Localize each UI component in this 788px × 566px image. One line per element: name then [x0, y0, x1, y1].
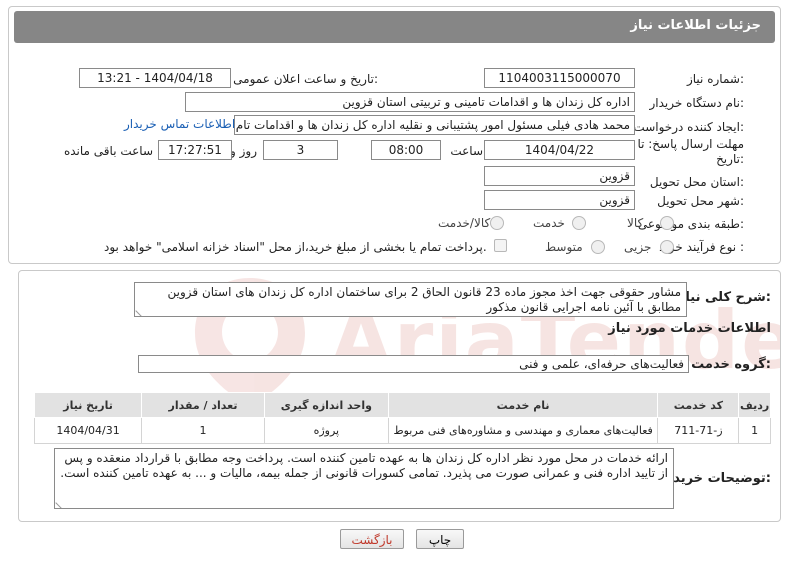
buyer-notes-textarea[interactable]: ارائه خدمات در محل مورد نظر اداره کل زند…: [54, 448, 674, 509]
buyer-notes-text: ارائه خدمات در محل مورد نظر اداره کل زند…: [60, 451, 668, 480]
deadline-label: مهلت ارسال پاسخ: تا: [637, 137, 744, 151]
resize-grip[interactable]: [135, 305, 147, 316]
category-goods-radio[interactable]: [660, 216, 674, 230]
category-service-label: خدمت: [533, 216, 565, 230]
category-goods-service-label: کالا/خدمت: [438, 216, 491, 230]
buyer-contact-link[interactable]: اطلاعات تماس خریدار: [124, 117, 235, 131]
category-goods-label: کالا: [627, 216, 644, 230]
table-header-row: ردیف کد خدمت نام خدمت واحد اندازه گیری ت…: [33, 392, 771, 418]
remaining-time-field[interactable]: 17:27:51: [158, 140, 232, 160]
delivery-province-field[interactable]: قزوین: [484, 166, 635, 186]
resize-grip[interactable]: [55, 497, 67, 508]
remaining-days-field[interactable]: 3: [263, 140, 338, 160]
process-minor-radio[interactable]: [660, 240, 674, 254]
process-minor-label: جزیی: [624, 240, 652, 254]
cell-need-date: 1404/04/31: [33, 417, 143, 444]
services-table: ردیف کد خدمت نام خدمت واحد اندازه گیری ت…: [33, 392, 771, 444]
summary-label: شرح کلی نیاز:: [677, 290, 771, 305]
col-need-date: تاریخ نیاز: [33, 392, 143, 418]
process-medium-radio[interactable]: [591, 240, 605, 254]
buyer-notes-label: توضیحات خریدار:: [661, 471, 771, 486]
deadline-date-field[interactable]: 1404/04/22: [484, 140, 635, 160]
service-group-label: گروه خدمت:: [691, 357, 771, 372]
delivery-province-label: استان محل تحویل:: [649, 175, 744, 189]
treasury-bonds-note: پرداخت تمام یا بخشی از مبلغ خرید،از محل …: [104, 240, 487, 254]
deadline-time-label: ساعت: [450, 144, 483, 158]
table-row[interactable]: 1 ز-71-711 فعالیت‌های معماری و مهندسی و …: [33, 417, 771, 444]
delivery-city-label: شهر محل تحویل:: [657, 194, 744, 208]
col-unit: واحد اندازه گیری: [263, 392, 389, 418]
col-service-name: نام خدمت: [387, 392, 659, 418]
need-number-field[interactable]: 1104003115000070: [484, 68, 635, 88]
category-goods-service-radio[interactable]: [490, 216, 504, 230]
delivery-city-field[interactable]: قزوین: [484, 190, 635, 210]
cell-service-code: ز-71-711: [657, 417, 740, 444]
requester-field[interactable]: محمد هادی فیلی مسئول امور پشتیبانی و نقل…: [234, 115, 635, 135]
deadline-time-field[interactable]: 08:00: [371, 140, 441, 160]
deadline-label-date: تاریخ:: [716, 152, 744, 166]
print-button[interactable]: چاپ: [416, 529, 464, 549]
announce-datetime-field[interactable]: 1404/04/18 - 13:21: [79, 68, 231, 88]
need-number-label: شماره نیاز:: [686, 72, 744, 86]
treasury-bonds-checkbox[interactable]: [494, 239, 507, 252]
category-service-radio[interactable]: [572, 216, 586, 230]
summary-textarea[interactable]: مشاور حقوقی جهت اخذ مجوز ماده 23 قانون ا…: [134, 282, 687, 317]
summary-text: مشاور حقوقی جهت اخذ مجوز ماده 23 قانون ا…: [167, 285, 682, 314]
service-group-field[interactable]: فعالیت‌های حرفه‌ای، علمی و فنی: [138, 355, 689, 373]
announce-datetime-label: تاریخ و ساعت اعلان عمومی:: [233, 72, 378, 86]
page-title: جزئیات اطلاعات نیاز: [630, 18, 761, 33]
cell-quantity: 1: [141, 417, 265, 444]
cell-row-number: 1: [738, 417, 771, 444]
page-header: جزئیات اطلاعات نیاز: [14, 11, 775, 43]
remaining-days-label: روز و: [230, 144, 257, 158]
col-row-number: ردیف: [738, 392, 771, 418]
col-quantity: تعداد / مقدار: [141, 392, 265, 418]
cell-service-name: فعالیت‌های معماری و مهندسی و مشاوره‌های …: [387, 417, 659, 444]
back-button[interactable]: بازگشت: [340, 529, 404, 549]
buyer-org-label: نام دستگاه خریدار:: [649, 96, 745, 110]
buyer-org-field[interactable]: اداره کل زندان ها و اقدامات تامینی و ترب…: [185, 92, 635, 112]
requester-label: ایجاد کننده درخواست:: [633, 120, 744, 134]
cell-unit: پروژه: [263, 417, 389, 444]
col-service-code: کد خدمت: [657, 392, 740, 418]
services-section-title: اطلاعات خدمات مورد نیاز: [608, 321, 771, 336]
process-medium-label: متوسط: [545, 240, 583, 254]
category-label: طبقه بندی موضوعی:: [637, 217, 744, 231]
remaining-time-label: ساعت باقی مانده: [63, 144, 153, 158]
